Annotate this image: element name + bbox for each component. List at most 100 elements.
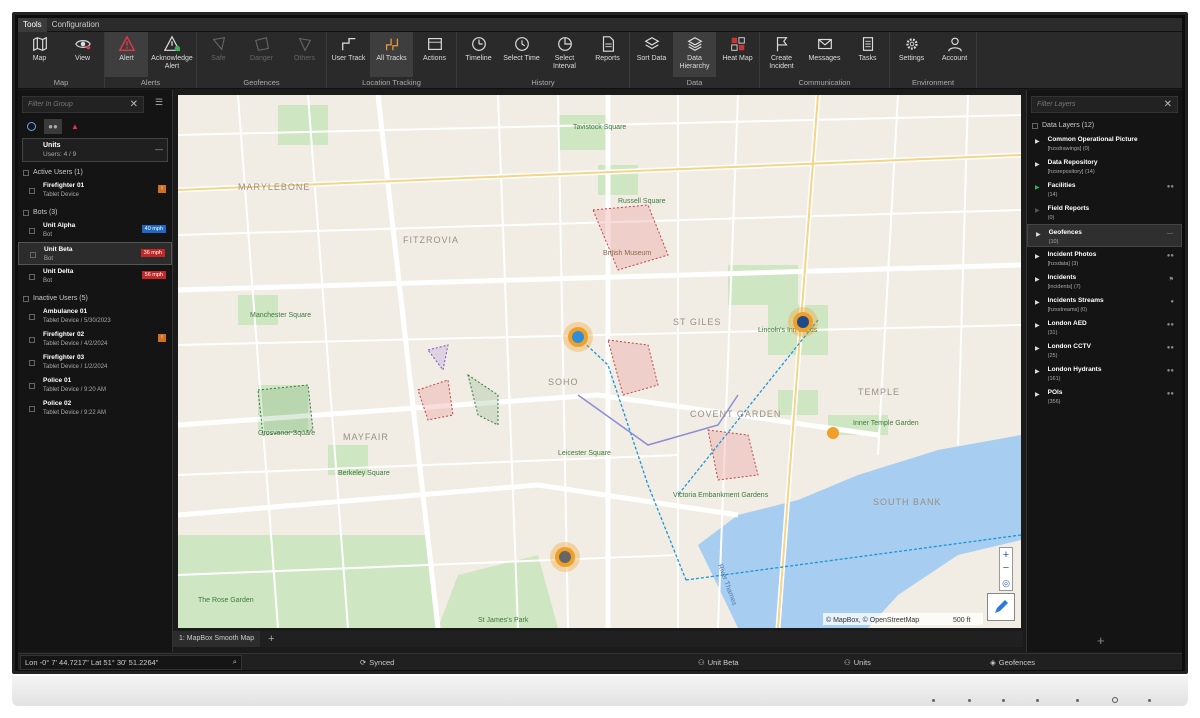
layer-item[interactable]: ▶ London Hydrants (161) ●● (1027, 362, 1182, 385)
zoom-out-icon[interactable]: − (1000, 562, 1012, 576)
reports-button[interactable]: Reports (586, 32, 629, 77)
layer-item[interactable]: ▶ Facilities (14) ●● (1027, 178, 1182, 201)
layer-item[interactable]: ▶ Common Operational Picture [hzsdrawings]… (1027, 132, 1182, 155)
group-filter-input[interactable]: Filter In Group ✕ (22, 96, 144, 113)
unit-marker[interactable] (788, 307, 818, 337)
map-tab-bar: 1: MapBox Smooth Map + (173, 631, 1023, 647)
timeline-icon (471, 37, 486, 51)
units-panel: Filter In Group ✕ ☰ ●● ▲ Units Users: 4 /… (18, 90, 173, 652)
coordinate-readout[interactable]: Lon -0° 7' 44.7217" Lat 51° 30' 51.2264"… (20, 654, 242, 670)
timeline-button[interactable]: Timeline (457, 32, 500, 77)
list-item[interactable]: Unit Delta Bot 56 mph (18, 265, 172, 288)
map-tab[interactable]: 1: MapBox Smooth Map (173, 631, 261, 647)
user-track-icon (341, 37, 355, 51)
group-label-geofences: Geofences (243, 78, 280, 87)
search-icon[interactable]: ⌕ (233, 657, 237, 667)
list-item[interactable]: Firefighter 03 Tablet Device / 1/2/2024 (18, 351, 172, 374)
geofences-status[interactable]: ◈ Geofences (990, 658, 1035, 667)
add-map-icon[interactable]: + (268, 633, 274, 645)
report-icon (602, 36, 614, 52)
hierarchy-icon (687, 37, 702, 51)
area-label-temple: TEMPLE (858, 387, 900, 397)
user-track-button[interactable]: User Track (327, 32, 370, 77)
settings-button[interactable]: Settings (890, 32, 933, 77)
section-bots[interactable]: Bots (3) (18, 206, 172, 219)
all-tracks-button[interactable]: All Tracks (370, 32, 413, 77)
speed-badge: 56 mph (141, 271, 166, 279)
draw-button[interactable] (987, 593, 1015, 621)
group-type-icon[interactable]: ●● (44, 119, 62, 134)
group-label-map: Map (53, 78, 69, 87)
selected-unit-status[interactable]: ⚇ Unit Beta (698, 658, 739, 667)
list-item[interactable]: Ambulance 01 Tablet Device / 5/30/2023 (18, 305, 172, 328)
heat-map-button[interactable]: Heat Map (716, 32, 759, 77)
map-canvas[interactable]: MARYLEBONE FITZROVIA MAYFAIR SOHO ST GIL… (178, 95, 1021, 628)
list-item[interactable]: Unit Beta Bot 36 mph (18, 242, 172, 265)
layer-item[interactable]: ▶ Data Repository [hzsrepository] (14) (1027, 155, 1182, 178)
group-label-environment: Environment (911, 78, 955, 87)
people-icon: ●● (1166, 345, 1174, 351)
alert-button[interactable]: Alert (105, 32, 148, 77)
layer-item[interactable]: ▶ Incidents [incidents] (7) ⚑ (1027, 270, 1182, 293)
filter-icon[interactable]: ☰ (152, 97, 166, 111)
menu-tab-tools[interactable]: Tools (18, 18, 47, 32)
section-active-users[interactable]: Active Users (1) (18, 166, 172, 179)
actions-icon (427, 38, 442, 50)
layer-item[interactable]: ▶ POIs (356) ●● (1027, 385, 1182, 408)
account-button[interactable]: Account (933, 32, 976, 77)
data-hierarchy-button[interactable]: Data Hierarchy (673, 32, 716, 77)
layer-item[interactable]: ▶ Incident Photos [hzsdata] (3) ●● (1027, 247, 1182, 270)
layer-item[interactable]: ▶ London CCTV (25) ●● (1027, 339, 1182, 362)
list-item[interactable]: Unit Alpha Bot 40 mph (18, 219, 172, 242)
actions-button[interactable]: Actions (413, 32, 456, 77)
create-incident-button[interactable]: Create Incident (760, 32, 803, 77)
safe-button[interactable]: Safe (197, 32, 240, 77)
list-item[interactable]: Firefighter 02 Tablet Device / 4/2/2024 ! (18, 328, 172, 351)
more-icon[interactable]: — (155, 145, 163, 154)
list-item[interactable]: Police 01 Tablet Device / 9:20 AM (18, 374, 172, 397)
layer-item[interactable]: ▶ Geofences (10) — (1027, 224, 1182, 247)
messages-button[interactable]: Messages (803, 32, 846, 77)
others-button[interactable]: Others (283, 32, 326, 77)
heat-map-icon (730, 37, 745, 51)
view-button[interactable]: View (61, 32, 104, 77)
layer-item[interactable]: ▶ Incidents Streams [hzsstreams] (0) ● (1027, 293, 1182, 316)
select-interval-button[interactable]: Select Interval (543, 32, 586, 77)
monitor-base (12, 676, 1188, 706)
zoom-in-icon[interactable]: + (1000, 548, 1012, 562)
map-button[interactable]: Map (18, 32, 61, 77)
map-view[interactable]: MARYLEBONE FITZROVIA MAYFAIR SOHO ST GIL… (178, 95, 1021, 628)
layer-filter-input[interactable]: Filter Layers ✕ (1031, 96, 1178, 113)
select-time-button[interactable]: Select Time (500, 32, 543, 77)
group-label-alerts: Alerts (140, 78, 161, 87)
tasks-button[interactable]: Tasks (846, 32, 889, 77)
danger-button[interactable]: Danger (240, 32, 283, 77)
sort-data-button[interactable]: Sort Data (630, 32, 673, 77)
layer-item[interactable]: ▶ London AED (31) ●● (1027, 316, 1182, 339)
alert-type-icon[interactable]: ▲ (66, 119, 84, 134)
area-label-mayfair: MAYFAIR (343, 432, 389, 442)
section-inactive-users[interactable]: Inactive Users (5) (18, 292, 172, 305)
menu-tab-configuration[interactable]: Configuration (47, 18, 105, 32)
data-layers-header[interactable]: Data Layers (12) (1027, 119, 1182, 132)
unit-marker[interactable] (550, 542, 580, 572)
user-type-icon[interactable] (22, 119, 40, 134)
list-item[interactable]: Firefighter 01 Tablet Device ! (18, 179, 172, 202)
add-layer-icon[interactable]: + (1097, 633, 1105, 648)
layer-item[interactable]: ▶ Field Reports (0) (1027, 201, 1182, 224)
clear-filter-icon[interactable]: ✕ (1164, 99, 1172, 110)
more-icon[interactable]: — (1167, 231, 1173, 237)
list-item[interactable]: Police 02 Tablet Device / 9:22 AM (18, 397, 172, 420)
speed-badge: 40 mph (141, 225, 166, 233)
fire-marker[interactable] (827, 427, 839, 439)
clear-filter-icon[interactable]: ✕ (130, 99, 138, 110)
status-bar: Lon -0° 7' 44.7217" Lat 51° 30' 51.2264"… (18, 653, 1182, 670)
sync-status[interactable]: ⟳ Synced (360, 658, 394, 667)
acknowledge-alert-button[interactable]: Acknowledge Alert (148, 32, 196, 77)
recenter-icon[interactable]: ◎ (1000, 576, 1012, 590)
unit-marker[interactable] (563, 322, 593, 352)
units-status[interactable]: ⚇ Units (844, 658, 871, 667)
units-group-box[interactable]: Units Users: 4 / 9 — (22, 138, 168, 162)
acknowledge-alert-icon (163, 35, 181, 52)
zoom-controls: + − ◎ (999, 547, 1013, 591)
